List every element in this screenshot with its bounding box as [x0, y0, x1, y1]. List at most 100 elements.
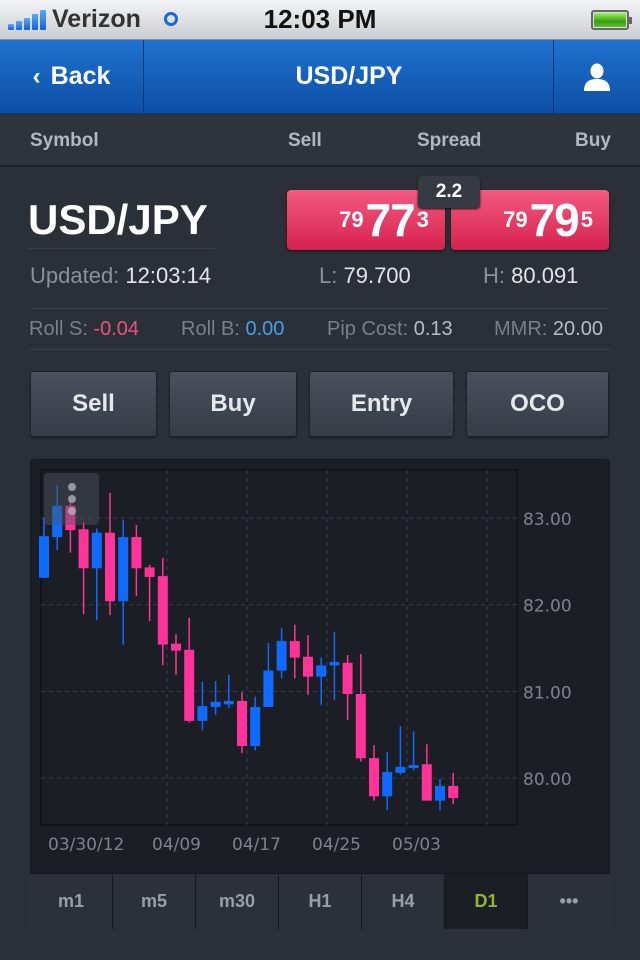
- candle-body: [263, 670, 274, 708]
- y-tick-label: 82.00: [523, 597, 572, 617]
- timeframe-h4[interactable]: H4: [362, 874, 445, 929]
- symbol-name: USD/JPY: [28, 196, 208, 243]
- column-header-row: Symbol Sell Spread Buy: [0, 115, 640, 167]
- candle-body: [157, 576, 168, 645]
- mmr-value: 20.00: [552, 318, 603, 340]
- candle-body: [382, 772, 393, 797]
- candle-body: [131, 537, 142, 569]
- candle-body: [276, 641, 287, 671]
- updated-value: 12:03:14: [125, 263, 212, 288]
- y-tick-label: 81.00: [523, 683, 572, 703]
- y-tick-label: 83.00: [523, 510, 572, 530]
- menu-dot-icon: [68, 483, 76, 491]
- roll-b-value: 0.00: [245, 318, 285, 340]
- status-bar: Verizon 12:03 PM: [0, 0, 640, 40]
- candle-body: [316, 665, 327, 677]
- x-tick-label: 03/30/12: [48, 835, 124, 855]
- timeframe-m5[interactable]: m5: [113, 874, 196, 929]
- candle-body: [342, 662, 353, 695]
- buy-price-prefix: 79: [503, 207, 528, 232]
- x-tick-label: 04/17: [232, 835, 281, 855]
- low-value: 79.700: [343, 263, 411, 288]
- mmr-label: MMR:: [494, 318, 548, 340]
- column-spread: Spread: [417, 130, 482, 151]
- chart-menu-button[interactable]: [44, 473, 99, 525]
- timeframe-m30[interactable]: m30: [196, 874, 279, 929]
- candle-body: [395, 766, 406, 773]
- candle-body: [408, 765, 419, 769]
- pip-cost-label: Pip Cost:: [327, 318, 409, 340]
- timeframe-m1[interactable]: m1: [30, 874, 113, 929]
- candle-body: [237, 700, 247, 747]
- candle-body: [91, 532, 102, 569]
- back-button[interactable]: ‹ Back: [0, 40, 144, 113]
- roll-s-label: Roll S:: [29, 318, 88, 340]
- low-stat: L: 79.700: [319, 263, 411, 289]
- candle-body: [369, 758, 379, 797]
- x-tick-label: 04/09: [152, 835, 201, 855]
- candle-body: [289, 641, 300, 658]
- divider-top: [30, 308, 610, 309]
- updated-stat: Updated: 12:03:14: [30, 263, 211, 289]
- candle-body: [421, 764, 432, 801]
- account-button[interactable]: [553, 40, 640, 113]
- candle-body: [184, 649, 195, 721]
- candle-body: [197, 706, 208, 721]
- symbol-divider: [28, 248, 214, 249]
- sell-price-prefix: 79: [339, 207, 364, 232]
- navigation-bar: ‹ Back USD/JPY: [0, 40, 640, 114]
- candle: [237, 692, 247, 753]
- battery-icon: [591, 10, 632, 30]
- status-time: 12:03 PM: [263, 4, 377, 34]
- column-sell: Sell: [288, 130, 322, 151]
- x-tick-label: 04/25: [312, 835, 361, 855]
- mmr-stat: MMR: 20.00: [494, 318, 603, 341]
- menu-dot-icon: [68, 507, 76, 515]
- buy-price-big: 79: [529, 194, 580, 246]
- sell-button[interactable]: Sell: [30, 371, 157, 437]
- candle-body: [448, 785, 459, 799]
- low-label: L:: [319, 263, 338, 288]
- timeframe-bar: m1 m5 m30 H1 H4 D1 •••: [30, 873, 610, 929]
- timeframe-d1[interactable]: D1: [445, 874, 528, 929]
- chevron-left-icon: ‹: [32, 62, 41, 90]
- roll-b-stat: Roll B: 0.00: [181, 318, 284, 341]
- spread-badge: 2.2: [418, 176, 480, 208]
- high-stat: H: 80.091: [483, 263, 578, 289]
- candle-body: [355, 694, 366, 759]
- candle-body: [144, 567, 155, 577]
- candlestick-chart[interactable]: 83.00 82.00 81.00 80.00 03/30/12 04/09 04/17 04…: [31, 460, 611, 874]
- column-buy: Buy: [575, 130, 611, 151]
- timeframe-h1[interactable]: H1: [279, 874, 362, 929]
- roll-b-label: Roll B:: [181, 318, 240, 340]
- roll-s-stat: Roll S: -0.04: [29, 318, 139, 341]
- pip-cost-stat: Pip Cost: 0.13: [327, 318, 453, 341]
- candle-body: [223, 700, 234, 705]
- buy-button[interactable]: Buy: [169, 371, 297, 437]
- candle-body: [435, 785, 445, 801]
- back-label: Back: [50, 62, 111, 90]
- x-tick-label: 05/03: [392, 835, 441, 855]
- sell-price-big: 77: [365, 194, 416, 246]
- high-label: H:: [483, 263, 505, 288]
- candle-body: [303, 656, 313, 677]
- roll-s-value: -0.04: [93, 318, 140, 340]
- menu-dot-icon: [68, 495, 76, 503]
- page-title: USD/JPY: [295, 62, 403, 90]
- candle-body: [118, 537, 129, 602]
- candle-body: [39, 536, 49, 578]
- column-symbol: Symbol: [30, 130, 99, 151]
- more-timeframes-button[interactable]: •••: [528, 874, 610, 929]
- buy-price-pip: 5: [580, 207, 593, 232]
- candle-body: [250, 707, 261, 747]
- high-value: 80.091: [511, 263, 579, 288]
- oco-button[interactable]: OCO: [466, 371, 609, 437]
- divider-bottom: [30, 349, 610, 350]
- candle-body: [329, 661, 340, 666]
- sell-price-pip: 3: [416, 207, 429, 232]
- pip-cost-value: 0.13: [413, 318, 453, 340]
- candle-body: [78, 529, 89, 569]
- chart-panel: 83.00 82.00 81.00 80.00 03/30/12 04/09 04/17 04…: [30, 459, 610, 929]
- entry-button[interactable]: Entry: [309, 371, 454, 437]
- candle-body: [210, 701, 221, 708]
